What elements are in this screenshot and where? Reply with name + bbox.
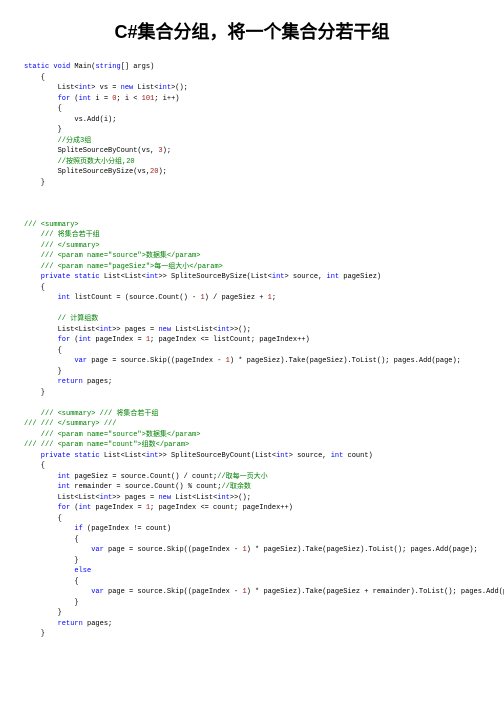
page-title: C#集合分组，将一个集合分若干组 [24, 18, 480, 44]
code-block: static void Main(string[] args) { List<i… [24, 62, 480, 640]
